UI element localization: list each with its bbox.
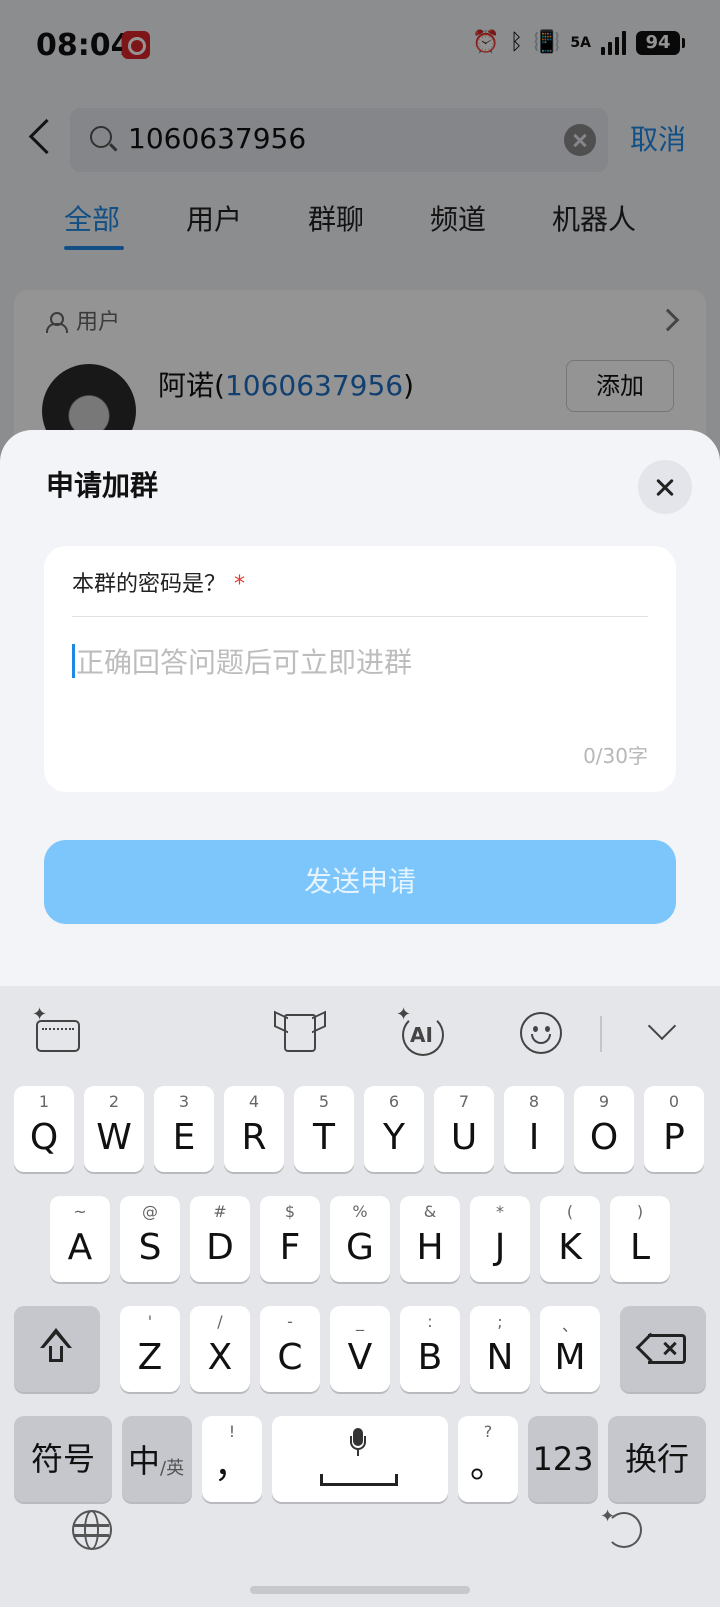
key-h[interactable]: & H	[400, 1196, 460, 1282]
question-card: 本群的密码是？* 0/30字	[44, 546, 676, 792]
toolbar-separator	[600, 1016, 602, 1052]
backspace-key[interactable]	[620, 1306, 706, 1392]
comma-key[interactable]: !，	[202, 1416, 262, 1502]
key-x[interactable]: / X	[190, 1306, 250, 1392]
key-v[interactable]: _ V	[330, 1306, 390, 1392]
key-i[interactable]: 8I	[504, 1086, 564, 1172]
sheet-title: 申请加群	[46, 469, 159, 502]
char-count: 0/30字	[583, 744, 648, 768]
key-e[interactable]: 3E	[154, 1086, 214, 1172]
join-group-sheet: 申请加群 本群的密码是？* 0/30字 发送申请	[0, 430, 720, 990]
symbols-key[interactable]: 符号	[14, 1416, 112, 1502]
skin-shirt-icon[interactable]	[274, 1006, 326, 1058]
ai-assistant-icon[interactable]: AI ✦	[396, 1006, 448, 1058]
microphone-icon	[350, 1428, 366, 1462]
key-b[interactable]: :B	[400, 1306, 460, 1392]
space-icon	[320, 1474, 398, 1486]
key-y[interactable]: 6Y	[364, 1086, 424, 1172]
globe-icon[interactable]	[72, 1509, 112, 1550]
key-g[interactable]: % G	[330, 1196, 390, 1282]
key-c[interactable]: -C	[260, 1306, 320, 1392]
voice-assistant-icon[interactable]: ✦	[600, 1508, 644, 1552]
key-k[interactable]: (K	[540, 1196, 600, 1282]
key-n[interactable]: ; N	[470, 1306, 530, 1392]
key-q[interactable]: 1Q	[14, 1086, 74, 1172]
key-p[interactable]: 0P	[644, 1086, 704, 1172]
shift-key[interactable]	[14, 1306, 100, 1392]
language-switch-key[interactable]: 中/英	[122, 1416, 192, 1502]
period-key[interactable]: ?。	[458, 1416, 518, 1502]
send-request-button[interactable]: 发送申请	[44, 840, 676, 924]
divider	[72, 616, 648, 617]
key-s[interactable]: @ S	[120, 1196, 180, 1282]
key-l[interactable]: ) L	[610, 1196, 670, 1282]
emoji-icon[interactable]	[516, 1006, 568, 1058]
key-u[interactable]: 7U	[434, 1086, 494, 1172]
shift-icon	[40, 1328, 72, 1366]
enter-key[interactable]: 换行	[608, 1416, 706, 1502]
key-t[interactable]: 5T	[294, 1086, 354, 1172]
key-j[interactable]: * J	[470, 1196, 530, 1282]
key-w[interactable]: 2W	[84, 1086, 144, 1172]
answer-input[interactable]	[76, 642, 636, 682]
key-r[interactable]: 4R	[224, 1086, 284, 1172]
keyboard-toolbar: ✦ AI ✦	[0, 986, 720, 1078]
key-m[interactable]: 、 M	[540, 1306, 600, 1392]
chevron-down-icon[interactable]	[638, 1006, 690, 1058]
smart-keyboard-icon[interactable]: ✦	[32, 1006, 84, 1058]
close-button[interactable]	[638, 460, 692, 514]
home-indicator[interactable]	[250, 1586, 470, 1594]
required-mark: *	[234, 572, 246, 597]
space-key[interactable]	[272, 1416, 448, 1502]
backspace-icon	[635, 1332, 686, 1364]
numbers-key[interactable]: 123	[528, 1416, 598, 1502]
key-z[interactable]: ' Z	[120, 1306, 180, 1392]
question-label: 本群的密码是？ *	[72, 572, 246, 597]
key-a[interactable]: ~ A	[50, 1196, 110, 1282]
key-d[interactable]: # D	[190, 1196, 250, 1282]
key-f[interactable]: $ F	[260, 1196, 320, 1282]
key-o[interactable]: 9O	[574, 1086, 634, 1172]
text-caret	[72, 644, 75, 678]
